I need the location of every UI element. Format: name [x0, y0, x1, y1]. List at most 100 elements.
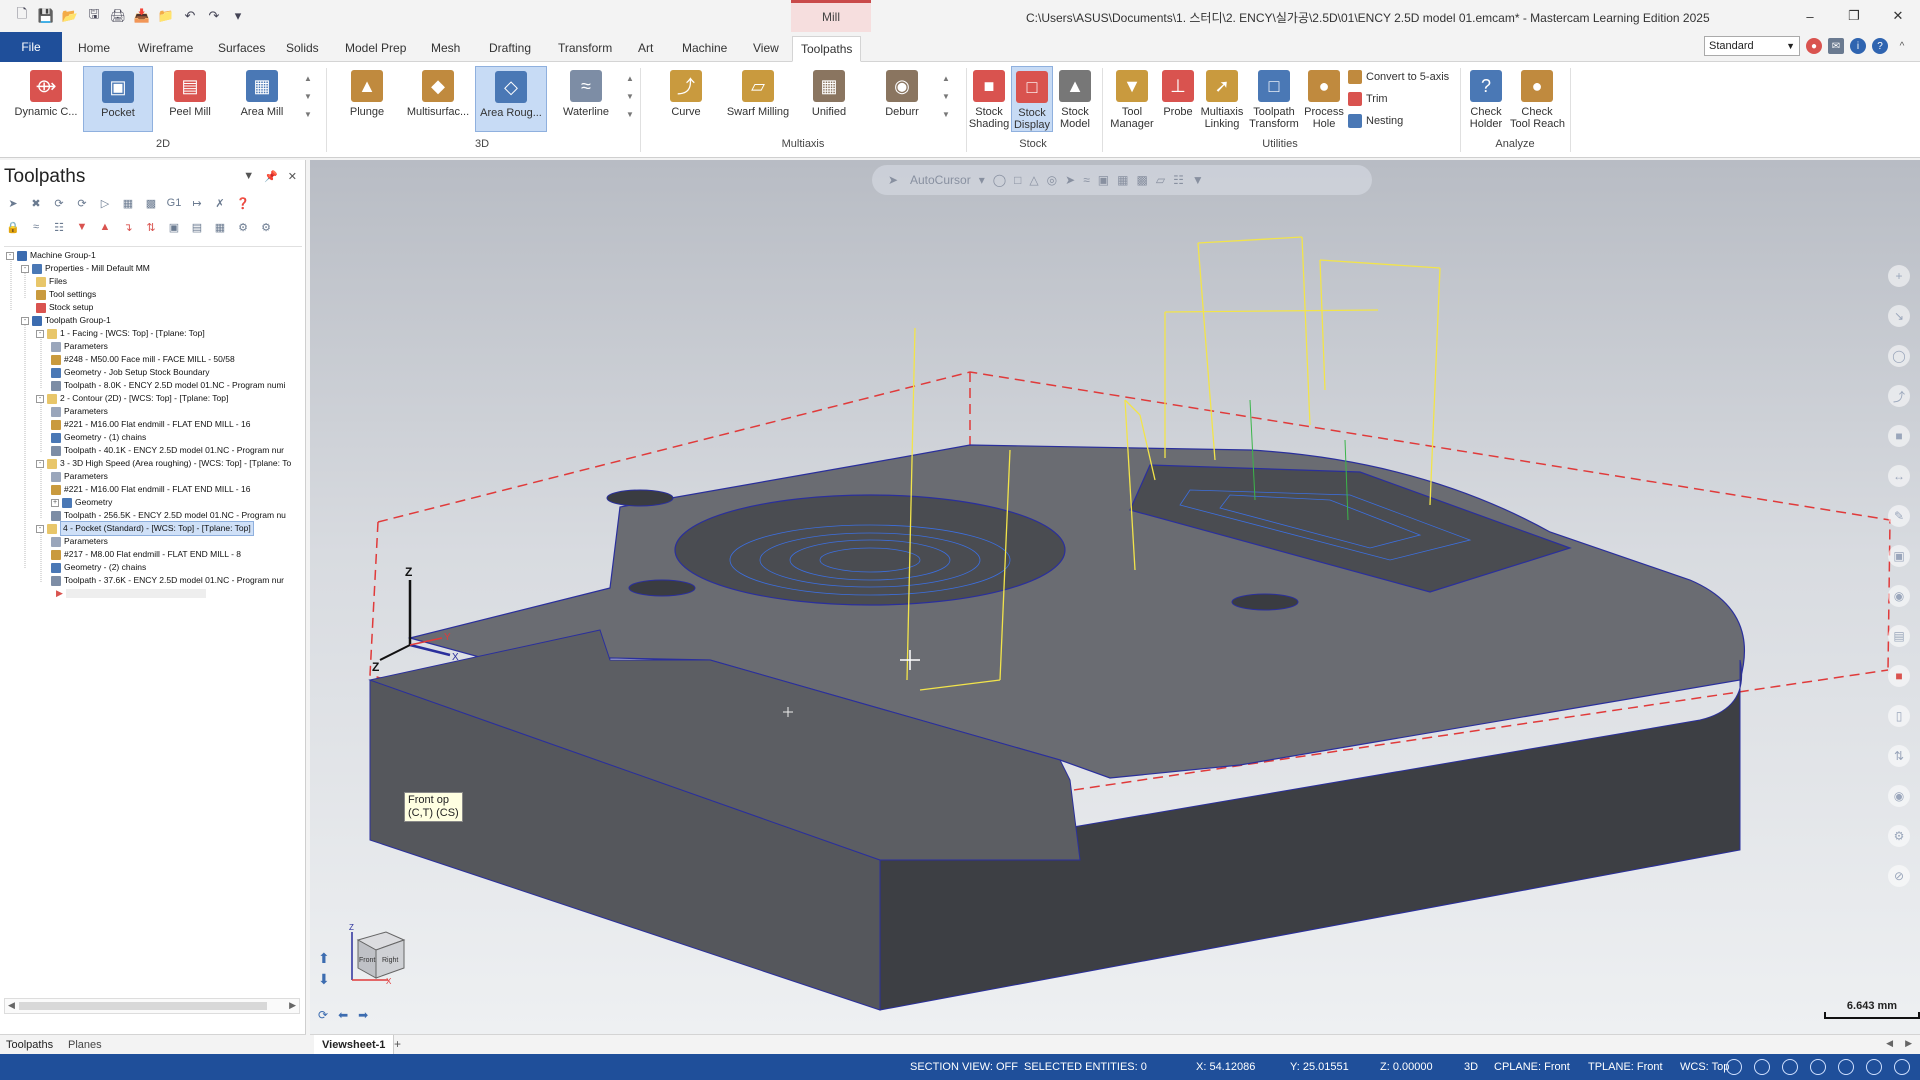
tree-item[interactable]: - Toolpath Group-1: [21, 314, 111, 327]
tree-item[interactable]: - 3 - 3D High Speed (Area roughing) - [WC…: [36, 457, 291, 470]
collapse-ribbon-icon[interactable]: ^: [1894, 38, 1910, 54]
select-failed-icon[interactable]: ✖: [27, 194, 45, 212]
edit-icon[interactable]: [1894, 1059, 1910, 1075]
stock-display-button[interactable]: □ Stock Display: [1011, 66, 1053, 132]
collapse-icon[interactable]: -: [6, 251, 14, 260]
toolpath-transform-button[interactable]: □ Toolpath Transform: [1248, 66, 1300, 132]
zoom-icon[interactable]: +: [1888, 265, 1910, 287]
high-feed-icon[interactable]: ↦: [188, 194, 206, 212]
filter-icon[interactable]: ▼: [1192, 173, 1204, 187]
dimension-icon[interactable]: ↔: [1888, 465, 1910, 487]
regenerate-icon[interactable]: ⟳: [50, 194, 68, 212]
post-toggle-icon[interactable]: ☷: [50, 218, 68, 236]
area-roughing-button[interactable]: ◇ Area Roug...: [475, 66, 547, 132]
tab-view[interactable]: View: [745, 36, 787, 62]
arc-icon[interactable]: ⤴: [1888, 385, 1910, 407]
snap-midpoint-icon[interactable]: △: [1029, 173, 1038, 187]
tab-transform[interactable]: Transform: [550, 36, 620, 62]
message-icon[interactable]: ✉: [1828, 38, 1844, 54]
info-icon[interactable]: i: [1850, 38, 1866, 54]
analyze-icon[interactable]: ◉: [1888, 585, 1910, 607]
section-icon[interactable]: ▤: [1888, 625, 1910, 647]
tree-item[interactable]: Toolpath - 8.0K - ENCY 2.5D model 01.NC …: [51, 379, 285, 392]
tab-file[interactable]: File: [0, 32, 62, 62]
waterline-button[interactable]: ≈ Waterline: [552, 66, 620, 132]
tool-display-icon[interactable]: ⚙: [234, 218, 252, 236]
tab-mesh[interactable]: Mesh: [423, 36, 468, 62]
tree-item[interactable]: - Properties - Mill Default MM: [21, 262, 150, 275]
dynamic-contour-button[interactable]: ⟴ Dynamic C...: [12, 66, 80, 132]
convert-5axis-button[interactable]: Convert to 5-axis: [1348, 70, 1449, 84]
tree-item[interactable]: #217 - M8.00 Flat endmill - FLAT END MIL…: [51, 548, 241, 561]
select-window-icon[interactable]: ▣: [1098, 173, 1109, 187]
tab-wireframe[interactable]: Wireframe: [130, 36, 201, 62]
viewsheet-tab[interactable]: Viewsheet-1: [314, 1035, 395, 1055]
collapse-icon[interactable]: -: [36, 524, 44, 533]
select-mode-icon[interactable]: ➤: [1065, 173, 1075, 187]
add-viewsheet-button[interactable]: +: [394, 1037, 401, 1051]
tree-item[interactable]: Toolpath - 40.1K - ENCY 2.5D model 01.NC…: [51, 444, 284, 457]
peel-mill-button[interactable]: ▤ Peel Mill: [156, 66, 224, 132]
tab-home[interactable]: Home: [70, 36, 118, 62]
mode-3d-status[interactable]: 3D: [1464, 1061, 1478, 1073]
view-cube-graphic[interactable]: Front Right Z X: [348, 922, 412, 986]
cube-icon[interactable]: ▣: [1888, 545, 1910, 567]
pocket-button[interactable]: ▣ Pocket: [83, 66, 153, 132]
merge-icon[interactable]: 📥: [132, 6, 152, 26]
insert-arrow-up-icon[interactable]: ⇅: [142, 218, 160, 236]
curve-button[interactable]: ⤴ Curve: [650, 66, 722, 132]
delete-toolpath-icon[interactable]: ✗: [211, 194, 229, 212]
tab-art[interactable]: Art: [630, 36, 661, 62]
collapse-icon[interactable]: -: [21, 264, 29, 273]
tree-item[interactable]: Geometry - (2) chains: [51, 561, 146, 574]
multisurface-button[interactable]: ◆ Multisurfac...: [402, 66, 474, 132]
tplane-status[interactable]: TPLANE: Front: [1588, 1061, 1663, 1073]
undo-icon[interactable]: ↶: [180, 6, 200, 26]
move-up-icon[interactable]: ▲: [96, 218, 114, 236]
close-icon[interactable]: ✕: [1876, 0, 1920, 32]
expand-icon[interactable]: +: [51, 498, 59, 507]
pin-icon[interactable]: 📌: [264, 170, 278, 183]
plunge-button[interactable]: ▲ Plunge: [336, 66, 398, 132]
backplot-icon[interactable]: ▷: [96, 194, 114, 212]
sheet-prev-icon[interactable]: ◀: [1886, 1038, 1893, 1049]
tree-item[interactable]: #248 - M50.00 Face mill - FACE MILL - 50…: [51, 353, 235, 366]
sheet-next-icon[interactable]: ▶: [1905, 1038, 1912, 1049]
lock-icon[interactable]: 🔒: [4, 218, 22, 236]
disable-icon[interactable]: ⊘: [1888, 865, 1910, 887]
deburr-button[interactable]: ◉ Deburr: [870, 66, 934, 132]
gallery-scroll-3d[interactable]: ▲ ▼ ▼: [626, 70, 634, 124]
cplane-status[interactable]: CPLANE: Front: [1494, 1061, 1570, 1073]
save-as-icon[interactable]: 🖫: [84, 6, 104, 26]
rotate-icon[interactable]: ◯: [1888, 345, 1910, 367]
tree-item[interactable]: - Machine Group-1: [6, 249, 96, 262]
snap-endpoint-icon[interactable]: □: [1014, 173, 1021, 187]
z-coordinate[interactable]: Z: 0.00000: [1380, 1061, 1433, 1073]
autocursor-toolbar[interactable]: ➤ AutoCursor ▾ ◯ □ △ ◎ ➤ ≈ ▣ ▦ ▩ ▱ ☷ ▼: [872, 165, 1372, 195]
tree-item[interactable]: Geometry - Job Setup Stock Boundary: [51, 366, 210, 379]
tree-item[interactable]: Geometry - (1) chains: [51, 431, 146, 444]
tree-item[interactable]: Parameters: [51, 535, 108, 548]
toggle-display-icon[interactable]: ≈: [27, 218, 45, 236]
standard-select[interactable]: Standard ▼: [1704, 36, 1800, 56]
record-icon[interactable]: ●: [1806, 38, 1822, 54]
tree-item[interactable]: #221 - M16.00 Flat endmill - FLAT END MI…: [51, 483, 250, 496]
globe-icon[interactable]: ◉: [1888, 785, 1910, 807]
tree-item[interactable]: Stock setup: [36, 301, 93, 314]
collapse-icon[interactable]: -: [36, 459, 44, 468]
scroll-right-icon[interactable]: ▶: [289, 1000, 296, 1011]
swarf-milling-button[interactable]: ▱ Swarf Milling: [722, 66, 794, 132]
tab-toolpaths[interactable]: Toolpaths: [792, 36, 862, 62]
customize-qat-icon[interactable]: ▾: [228, 6, 248, 26]
tree-horizontal-scrollbar[interactable]: ◀ ▶: [4, 998, 300, 1014]
level-icon[interactable]: ⇅: [1888, 745, 1910, 767]
world-icon[interactable]: [1782, 1059, 1798, 1075]
view-cube[interactable]: Front Right Z X: [348, 922, 408, 986]
y-coordinate[interactable]: Y: 25.01551: [1290, 1061, 1349, 1073]
rotate-view-icon[interactable]: ⟳: [318, 1008, 328, 1022]
scrollbar-thumb[interactable]: [19, 1002, 267, 1010]
help-tool-icon[interactable]: ❓: [234, 194, 252, 212]
stock-shading-button[interactable]: ■ Stock Shading: [968, 66, 1010, 132]
area-mill-button[interactable]: ▦ Area Mill: [228, 66, 296, 132]
snap-center-icon[interactable]: ◎: [1047, 173, 1057, 187]
